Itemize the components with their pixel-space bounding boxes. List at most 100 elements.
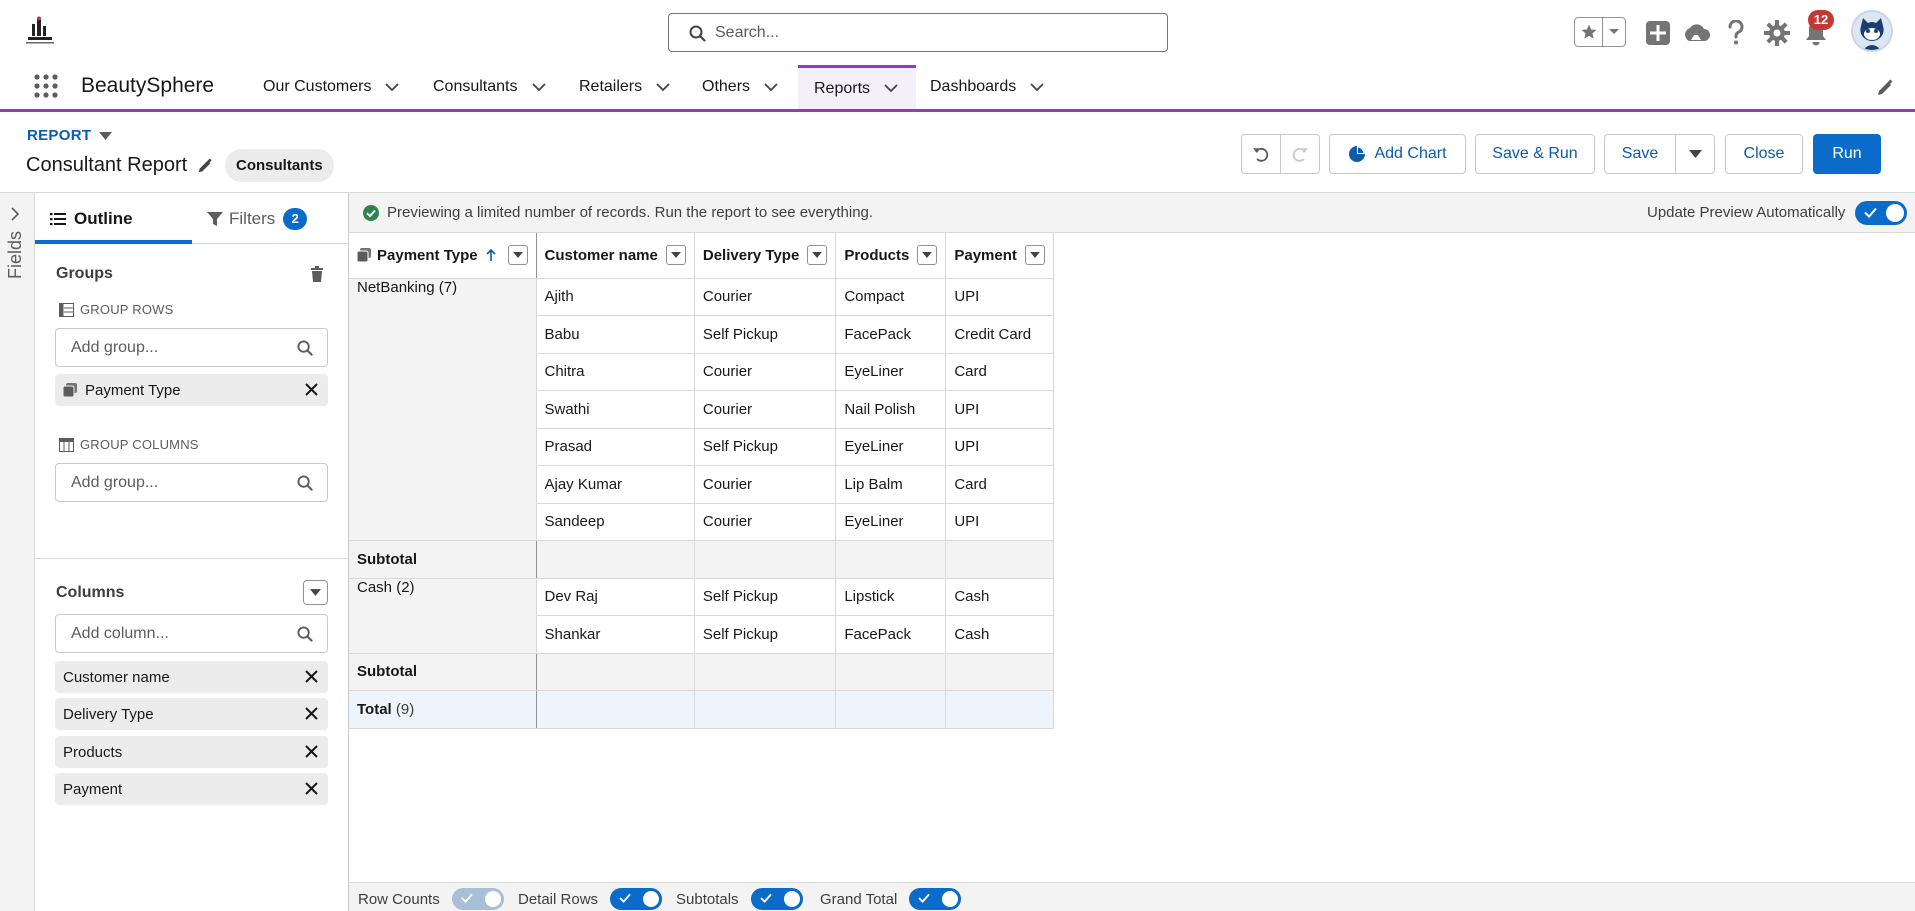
remove-icon[interactable] (305, 670, 318, 683)
update-preview-toggle[interactable] (1855, 201, 1907, 225)
edit-nav-button[interactable] (1876, 79, 1894, 97)
table-cell: Self Pickup (694, 577, 837, 616)
caret-down-icon (310, 589, 321, 596)
favorite-star-button[interactable] (1575, 18, 1604, 46)
clear-groups-button[interactable] (310, 266, 324, 282)
column-menu-button[interactable] (917, 245, 938, 266)
columns-menu-button[interactable] (303, 580, 328, 605)
user-avatar[interactable] (1851, 10, 1893, 52)
table-cell: Babu (536, 315, 695, 354)
add-group-row-input[interactable] (71, 338, 281, 358)
nav-tab-label: Retailers (579, 78, 643, 95)
chevron-down-icon[interactable] (884, 84, 898, 93)
total-count: (9) (395, 700, 415, 718)
chevron-down-icon[interactable] (531, 82, 546, 92)
table-cell (945, 540, 1054, 579)
row-counts-toggle[interactable] (451, 888, 504, 910)
table-row: NetBanking (7) Ajith Courier Compact UPI (349, 278, 1054, 541)
add-group-row-field[interactable] (55, 328, 328, 367)
column-menu-button[interactable] (665, 245, 686, 266)
check-icon (918, 893, 930, 903)
remove-icon[interactable] (305, 782, 318, 795)
run-button[interactable]: Run (1813, 134, 1881, 174)
save-options-button[interactable] (1675, 134, 1715, 174)
report-title: Consultant Report (26, 154, 188, 176)
org-logo[interactable] (22, 16, 60, 46)
group-rows-text: GROUP ROWS (80, 302, 174, 317)
setup-button[interactable] (1762, 18, 1792, 48)
preview-message: Previewing a limited number of records. … (363, 204, 873, 221)
subtotals-toggle[interactable] (750, 888, 803, 910)
table-cell (694, 540, 837, 579)
nav-tab-our-customers[interactable]: Our Customers (263, 65, 400, 109)
chevron-down-icon[interactable] (764, 82, 778, 92)
column-header-customer-name[interactable]: Customer name (536, 233, 695, 279)
favorites-dropdown-button[interactable] (1603, 18, 1625, 46)
search-input[interactable] (715, 22, 1145, 44)
app-nav-bar: BeautySphere Our Customers Consultants R… (0, 65, 1915, 112)
save-button[interactable]: Save (1604, 134, 1676, 174)
column-header-products[interactable]: Products (835, 233, 947, 279)
group-label: NetBanking (357, 278, 435, 296)
table-cell: FacePack (835, 315, 947, 354)
add-column-field[interactable] (55, 614, 328, 653)
column-header-payment-type[interactable]: Payment Type (349, 233, 537, 279)
close-button[interactable]: Close (1725, 134, 1803, 174)
save-and-run-button[interactable]: Save & Run (1475, 134, 1595, 174)
add-chart-button[interactable]: Add Chart (1329, 134, 1466, 174)
detail-rows-toggle[interactable] (610, 888, 663, 910)
trailhead-button[interactable] (1681, 18, 1711, 48)
add-group-column-field[interactable] (55, 463, 328, 502)
nav-tab-dashboards[interactable]: Dashboards (930, 65, 1044, 109)
tab-filters[interactable]: Filters 2 (207, 193, 308, 244)
report-table: Payment Type Customer name Delivery Type (349, 233, 1054, 729)
chevron-down-icon[interactable] (1030, 82, 1044, 92)
search-icon (297, 475, 313, 491)
column-header-delivery-type[interactable]: Delivery Type (694, 233, 837, 279)
rows-icon (59, 302, 74, 317)
column-item[interactable]: Customer name (55, 661, 328, 693)
fields-panel-toggle[interactable]: Fields (0, 193, 35, 911)
undo-button[interactable] (1241, 134, 1281, 174)
sort-ascending-icon[interactable] (486, 248, 496, 262)
group-row-item[interactable]: Payment Type (55, 374, 328, 406)
remove-icon[interactable] (305, 707, 318, 720)
table-cell: Prasad (536, 428, 695, 466)
column-menu-button[interactable] (1024, 245, 1045, 266)
table-cell: Courier (694, 390, 837, 429)
column-menu-button[interactable] (507, 245, 528, 266)
nav-tab-retailers[interactable]: Retailers (579, 65, 670, 109)
add-column-input[interactable] (71, 624, 281, 644)
column-item[interactable]: Products (55, 736, 328, 768)
group-row-label: Payment Type (85, 381, 181, 399)
pencil-icon[interactable] (197, 157, 213, 174)
column-menu-button[interactable] (807, 245, 828, 266)
column-header-label: Delivery Type (702, 246, 800, 264)
nav-tab-reports[interactable]: Reports (798, 65, 916, 109)
column-item[interactable]: Payment (55, 773, 328, 805)
column-header-payment[interactable]: Payment (945, 233, 1054, 279)
redo-button[interactable] (1280, 134, 1320, 174)
nav-tab-others[interactable]: Others (702, 65, 778, 109)
detail-rows-label: Detail Rows (518, 890, 599, 908)
nav-tab-consultants[interactable]: Consultants (433, 65, 546, 109)
columns-icon (59, 437, 74, 452)
grand-total-toggle[interactable] (909, 888, 962, 910)
global-actions-button[interactable] (1643, 18, 1673, 48)
panel-tabs: Outline Filters 2 (35, 193, 349, 244)
report-type-menu[interactable]: REPORT (27, 127, 113, 144)
column-item[interactable]: Delivery Type (55, 698, 328, 730)
chevron-down-icon[interactable] (656, 82, 670, 92)
remove-icon[interactable] (305, 745, 318, 758)
column-item-label: Customer name (63, 668, 170, 686)
remove-icon[interactable] (305, 383, 318, 396)
help-button[interactable] (1721, 18, 1751, 48)
add-group-column-input[interactable] (71, 473, 281, 493)
app-launcher-button[interactable] (33, 73, 59, 99)
grand-total-label: Grand Total (820, 890, 898, 908)
global-search[interactable] (668, 13, 1168, 52)
chevron-down-icon[interactable] (385, 82, 400, 92)
grand-total-row: Total (9) (349, 690, 1054, 729)
group-cell-cash: Cash (2) (349, 577, 537, 654)
tab-outline[interactable]: Outline (50, 193, 133, 244)
